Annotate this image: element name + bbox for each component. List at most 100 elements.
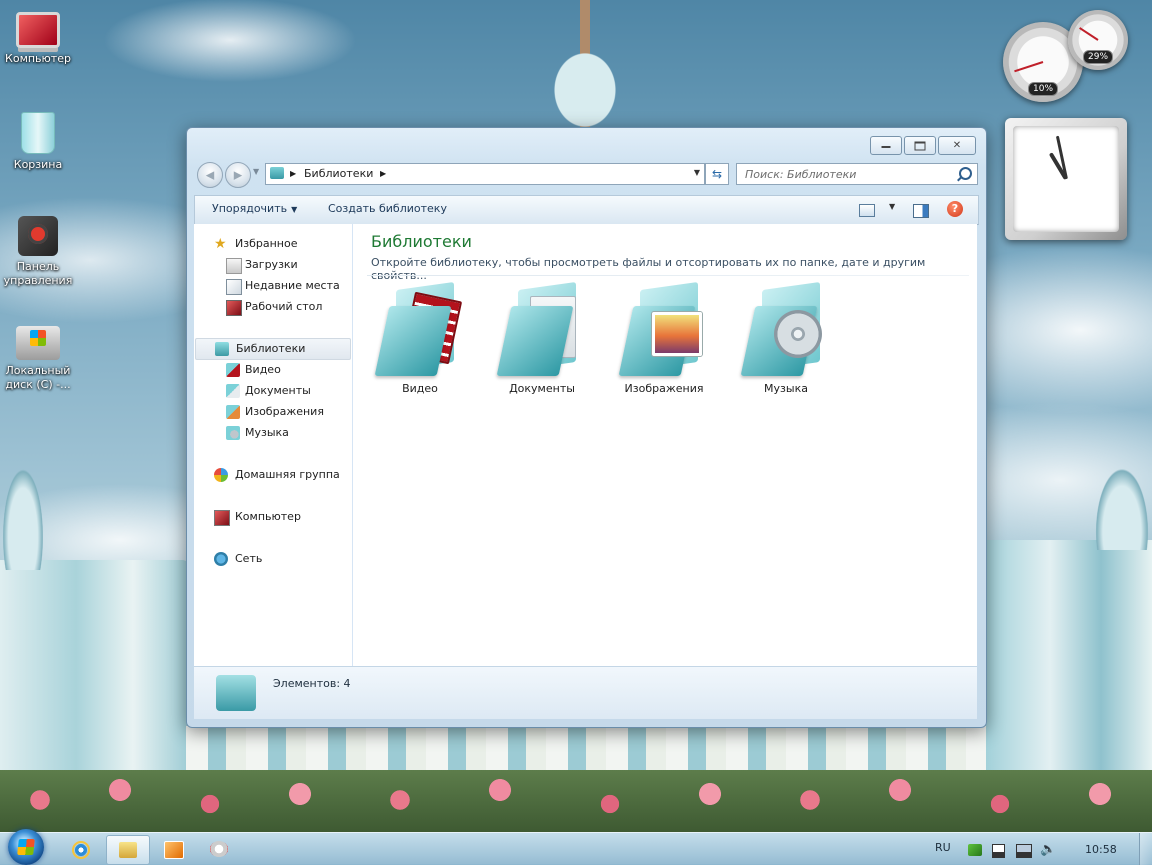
library-label: Музыка	[764, 382, 808, 395]
taskbar: RU 🔈 10:58	[0, 829, 1152, 865]
create-library-button[interactable]: Создать библиотеку	[328, 202, 447, 215]
page-title: Библиотеки	[371, 232, 472, 251]
explorer-window[interactable]: ✕ ◀ ▶ ▼ ▶ Библиотеки ▶ ▼ ⇆ Упорядочить▼ …	[186, 127, 987, 728]
gadget-icon	[210, 841, 228, 857]
wallpaper-building-right	[982, 460, 1152, 830]
nav-item-images[interactable]: Изображения	[194, 402, 350, 422]
wallpaper-flowers	[0, 770, 1152, 832]
address-row: ◀ ▶ ▼ ▶ Библиотеки ▶ ▼ ⇆	[195, 162, 978, 188]
cpu-percent: 10%	[1027, 82, 1059, 96]
internet-explorer-icon	[72, 841, 90, 859]
minimize-button[interactable]	[870, 136, 902, 155]
taskbar-internet-explorer[interactable]	[60, 835, 102, 863]
control-panel-icon	[18, 216, 58, 256]
recycle-bin-icon	[21, 112, 55, 154]
taskbar-clock[interactable]: 10:58	[1085, 843, 1117, 856]
taskbar-media-player[interactable]	[152, 835, 194, 863]
libraries-icon	[215, 342, 229, 356]
volume-icon[interactable]: 🔈	[1040, 843, 1056, 856]
nav-item-computer[interactable]: Компьютер	[194, 507, 350, 527]
recent-pages-dropdown[interactable]: ▼	[253, 167, 259, 176]
organize-button[interactable]: Упорядочить ▼	[212, 202, 297, 215]
organize-label: Упорядочить	[212, 202, 288, 215]
nav-label: Сеть	[235, 552, 263, 565]
nav-label: Домашняя группа	[235, 468, 340, 481]
view-options-dropdown[interactable]: ▼	[889, 202, 895, 222]
maximize-button[interactable]	[904, 136, 936, 155]
refresh-icon: ⇆	[711, 167, 723, 181]
nav-item-favorites[interactable]: ★ Избранное	[194, 234, 350, 254]
nav-item-homegroup[interactable]: Домашняя группа	[194, 465, 350, 485]
network-icon[interactable]	[1016, 844, 1032, 858]
start-button[interactable]	[8, 829, 44, 865]
desktop-icon-recycle-bin[interactable]: Корзина	[0, 112, 76, 172]
library-item-images[interactable]: Изображения	[614, 281, 714, 395]
libraries-folder-icon	[270, 167, 284, 179]
library-label: Изображения	[624, 382, 704, 395]
taskbar-explorer[interactable]	[106, 835, 150, 865]
memory-meter-gadget[interactable]: 29%	[1068, 10, 1128, 70]
navigation-pane: ★ Избранное Загрузки Недавние места Рабо…	[194, 224, 353, 666]
music-library-icon	[226, 426, 240, 440]
help-icon[interactable]: ?	[947, 201, 963, 217]
chevron-right-icon[interactable]: ▶	[380, 169, 386, 178]
library-item-video[interactable]: Видео	[370, 281, 470, 395]
show-desktop-button[interactable]	[1139, 833, 1152, 865]
address-bar[interactable]: ▶ Библиотеки ▶ ▼	[265, 163, 705, 185]
item-count: Элементов: 4	[273, 677, 351, 690]
nav-item-video[interactable]: Видео	[194, 360, 350, 380]
breadcrumb-libraries[interactable]: Библиотеки	[304, 167, 373, 180]
desktop-icon-local-disk[interactable]: Локальный диск (C) -...	[0, 322, 76, 392]
details-pane: Элементов: 4	[194, 666, 977, 719]
clock-gadget[interactable]	[1005, 118, 1127, 240]
clock-face	[1013, 126, 1119, 232]
preview-pane-icon[interactable]	[913, 204, 929, 218]
media-player-icon	[164, 841, 184, 859]
computer-icon	[16, 12, 60, 48]
forward-button[interactable]: ▶	[225, 162, 251, 188]
nav-item-recent[interactable]: Недавние места	[194, 276, 350, 296]
nav-item-libraries[interactable]: Библиотеки	[195, 338, 351, 360]
chevron-right-icon[interactable]: ▶	[290, 169, 296, 178]
nav-label: Изображения	[245, 405, 324, 418]
command-bar: Упорядочить ▼ Создать библиотеку ▼ ?	[194, 195, 979, 225]
desktop-icon-control-panel[interactable]: Панель управления	[0, 216, 76, 288]
recent-places-icon	[226, 279, 242, 295]
action-center-flag-icon[interactable]	[992, 844, 1005, 858]
nav-item-music[interactable]: Музыка	[194, 423, 350, 443]
security-icon[interactable]	[968, 844, 982, 856]
language-indicator[interactable]: RU	[935, 841, 951, 854]
desktop-icon-label: Панель управления	[3, 260, 73, 287]
nav-item-network[interactable]: Сеть	[194, 549, 350, 569]
memory-needle	[1079, 27, 1099, 41]
libraries-icon	[216, 675, 256, 711]
search-icon[interactable]	[959, 167, 972, 180]
content-pane: Библиотеки Откройте библиотеку, чтобы пр…	[353, 224, 977, 666]
pictures-library-icon	[226, 405, 240, 419]
computer-icon	[214, 510, 230, 526]
video-library-icon	[226, 363, 240, 377]
nav-label: Компьютер	[235, 510, 301, 523]
change-view-icon[interactable]	[859, 204, 875, 217]
nav-item-desktop[interactable]: Рабочий стол	[194, 297, 350, 317]
documents-library-icon	[226, 384, 240, 398]
library-item-documents[interactable]: Документы	[492, 281, 592, 395]
nav-item-documents[interactable]: Документы	[194, 381, 350, 401]
library-item-music[interactable]: Музыка	[736, 281, 836, 395]
search-box	[736, 163, 978, 185]
taskbar-gadgets[interactable]	[198, 835, 240, 863]
search-input[interactable]	[743, 164, 952, 184]
music-library-icon	[740, 281, 828, 376]
library-label: Видео	[402, 382, 438, 395]
back-button[interactable]: ◀	[197, 162, 223, 188]
wallpaper-cupola	[530, 0, 640, 130]
arrow-left-icon: ◀	[205, 168, 215, 182]
nav-label: Недавние места	[245, 279, 340, 292]
close-button[interactable]: ✕	[938, 136, 976, 155]
desktop-icon-computer[interactable]: Компьютер	[0, 6, 76, 66]
refresh-button[interactable]: ⇆	[705, 163, 729, 185]
nav-label: Музыка	[245, 426, 289, 439]
address-dropdown[interactable]: ▼	[694, 168, 700, 177]
wallpaper-building-left	[0, 460, 190, 830]
nav-item-downloads[interactable]: Загрузки	[194, 255, 350, 275]
